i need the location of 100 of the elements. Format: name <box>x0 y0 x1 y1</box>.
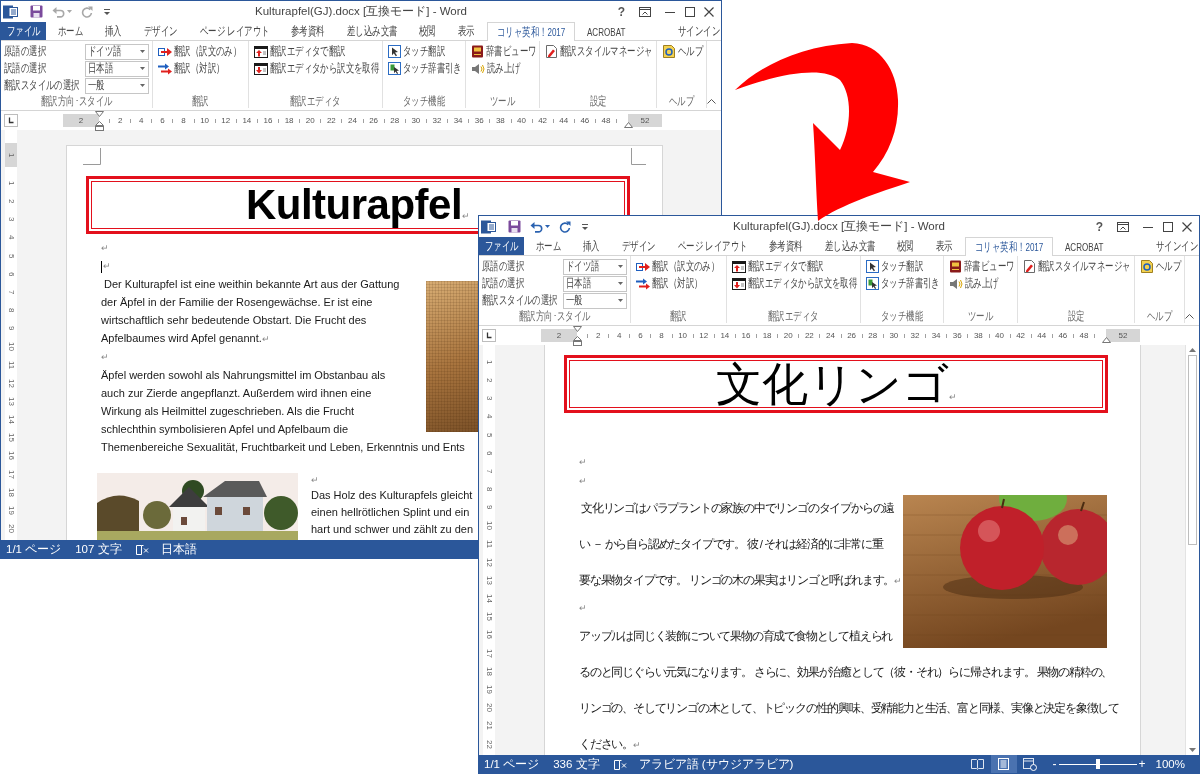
ribbon-button[interactable]: 翻訳スタイルマネージャ <box>543 43 653 60</box>
zoom-level[interactable]: 100% <box>1155 758 1185 770</box>
redo-icon[interactable] <box>559 220 571 233</box>
ribbon-button[interactable]: タッチ翻訳 <box>864 258 940 275</box>
bracket-box-icon[interactable] <box>4 114 18 127</box>
ribbon-button[interactable]: 読み上げ <box>947 275 1015 292</box>
ruler-number: 1 <box>485 359 493 365</box>
help-button[interactable]: ? <box>1093 219 1105 234</box>
scroll-thumb[interactable] <box>1188 355 1197 545</box>
ribbon-button[interactable]: 翻訳（対訳） <box>156 60 245 77</box>
field-label: 原語の選択 <box>482 259 524 274</box>
ribbon-button[interactable]: ヘルプ <box>1137 258 1181 275</box>
speaker-icon <box>471 62 485 75</box>
help-button[interactable]: ? <box>615 4 627 19</box>
dropdown[interactable]: 一般 <box>85 77 149 94</box>
save-icon[interactable] <box>30 5 43 18</box>
ruler-number: 46 <box>580 116 590 125</box>
file-tab[interactable]: ファイル <box>1 22 46 40</box>
ribbon-tab[interactable]: 挿入 <box>95 22 132 40</box>
ruler-number: 1 <box>7 152 15 158</box>
ribbon-tab[interactable]: 校閲 <box>887 237 924 255</box>
caret-icon[interactable] <box>545 225 550 228</box>
ribbon-button[interactable]: 翻訳エディタで翻訳 <box>252 43 380 60</box>
ribbon-button[interactable]: 翻訳（訳文のみ） <box>156 43 245 60</box>
dropdown[interactable]: 日本語 <box>563 275 627 292</box>
group-label: 設定 <box>589 95 607 108</box>
scrollbar[interactable] <box>1185 345 1199 755</box>
book-cross-icon[interactable] <box>613 758 627 770</box>
ribbon-button[interactable]: 読み上げ <box>469 60 537 77</box>
ribbon-tab[interactable]: ホーム <box>526 237 572 255</box>
ribbon-button[interactable]: タッチ辞書引き <box>386 60 462 77</box>
maximize-icon[interactable] <box>1163 221 1173 232</box>
paragraph-mark: ↵ <box>579 457 587 467</box>
ribbon-button[interactable]: 辞書ビューワ <box>947 258 1015 275</box>
ribbon-tab[interactable]: 差し込み文書 <box>336 22 407 40</box>
triangle-box-icon[interactable] <box>573 336 582 346</box>
dropdown[interactable]: 日本語 <box>85 60 149 77</box>
ribbon-button[interactable]: タッチ翻訳 <box>386 43 462 60</box>
ribbon-tab[interactable]: ACROBAT <box>1054 237 1114 255</box>
sign-in-link[interactable]: サインイン <box>678 22 721 40</box>
group-label: ヘルプ <box>668 95 694 108</box>
language-status[interactable]: アラビア語 (サウジアラビア) <box>638 756 794 772</box>
up-triangle-icon[interactable] <box>624 122 633 128</box>
triangle-box-icon[interactable] <box>95 121 104 131</box>
ruler-number: 12 <box>221 116 231 125</box>
dropdown-icon[interactable] <box>103 7 111 16</box>
slider-thumb[interactable] <box>1095 759 1100 769</box>
ribbon-tab[interactable]: 参考資料 <box>281 22 335 40</box>
ribbon-display-icon[interactable] <box>639 6 651 17</box>
file-tab[interactable]: ファイル <box>479 237 524 255</box>
book-cross-icon[interactable] <box>135 543 149 555</box>
ribbon-tab[interactable]: デザイン <box>134 22 188 40</box>
close-icon[interactable] <box>704 6 714 17</box>
ruler-number: 16 <box>485 630 493 640</box>
chevron-up-icon[interactable] <box>706 99 716 104</box>
dropdown[interactable]: 一般 <box>563 292 627 309</box>
down-triangle-icon[interactable] <box>573 326 582 332</box>
ribbon-tab[interactable]: コリャ英和！2017 <box>486 22 575 41</box>
ribbon-button[interactable]: 翻訳エディタで翻訳 <box>730 258 858 275</box>
ribbon-tab[interactable]: 挿入 <box>573 237 610 255</box>
ribbon-tab[interactable]: デザイン <box>612 237 666 255</box>
ribbon-tab[interactable]: 表示 <box>447 22 485 40</box>
ribbon-tab[interactable]: コリャ英和！2017 <box>964 237 1053 256</box>
paragraph: Der Kulturapfel ist eine weithin bekannte Art aus der Gattung der Äpfel in der Familie der Rosengewächse. Er ist eine wirtschaftlich sehr bedeutende Obstart. Die Frucht des Apfelbaumes wird Apfel genannt.↵ <box>101 277 401 346</box>
view-button[interactable] <box>990 755 1017 773</box>
pointer-box-icon <box>388 45 402 58</box>
ribbon-tab[interactable]: 校閲 <box>409 22 446 40</box>
ribbon-tab[interactable]: 差し込み文書 <box>814 237 885 255</box>
down-triangle-icon[interactable] <box>95 111 104 117</box>
up-triangle-icon[interactable] <box>1102 337 1111 343</box>
bracket-box-icon[interactable] <box>482 329 496 342</box>
chevron-up-icon[interactable] <box>1184 314 1194 319</box>
ribbon-display-icon[interactable] <box>1117 221 1129 232</box>
dropdown[interactable]: ドイツ語 <box>85 43 149 60</box>
ribbon-button[interactable]: 翻訳（対訳） <box>634 275 723 292</box>
ribbon-tab[interactable]: ホーム <box>48 22 94 40</box>
ribbon-tab[interactable]: 表示 <box>925 237 963 255</box>
ribbon-tab[interactable]: ACROBAT <box>576 22 636 40</box>
close-icon[interactable] <box>1182 221 1192 232</box>
scroll-up-icon[interactable] <box>1189 348 1196 352</box>
ribbon-button[interactable]: 翻訳スタイルマネージャ <box>1021 258 1131 275</box>
scroll-down-icon[interactable] <box>1189 748 1196 752</box>
sign-in-link[interactable]: サインイン <box>1156 237 1199 255</box>
ribbon-button[interactable]: 翻訳エディタから訳文を取得 <box>252 60 380 77</box>
dropdown-icon[interactable] <box>581 222 589 231</box>
ribbon-tab[interactable]: ページ レイアウト <box>189 22 279 40</box>
save-icon[interactable] <box>508 220 521 233</box>
ribbon-button[interactable]: タッチ辞書引き <box>864 275 940 292</box>
zoom-out-button[interactable]: - <box>1050 757 1059 771</box>
ribbon-button[interactable]: 辞書ビューワ <box>469 43 537 60</box>
undo-icon[interactable] <box>530 220 543 233</box>
ribbon-tab[interactable]: 参考資料 <box>759 237 813 255</box>
language-status[interactable]: 日本語 <box>160 541 197 557</box>
ribbon-tab[interactable]: ページ レイアウト <box>667 237 757 255</box>
maximize-icon[interactable] <box>685 6 695 17</box>
dropdown[interactable]: ドイツ語 <box>563 258 627 275</box>
ribbon-button[interactable]: 翻訳（訳文のみ） <box>634 258 723 275</box>
ribbon-button[interactable]: 翻訳エディタから訳文を取得 <box>730 275 858 292</box>
zoom-in-button[interactable]: + <box>1136 757 1148 771</box>
ribbon-button[interactable]: ヘルプ <box>659 43 703 60</box>
